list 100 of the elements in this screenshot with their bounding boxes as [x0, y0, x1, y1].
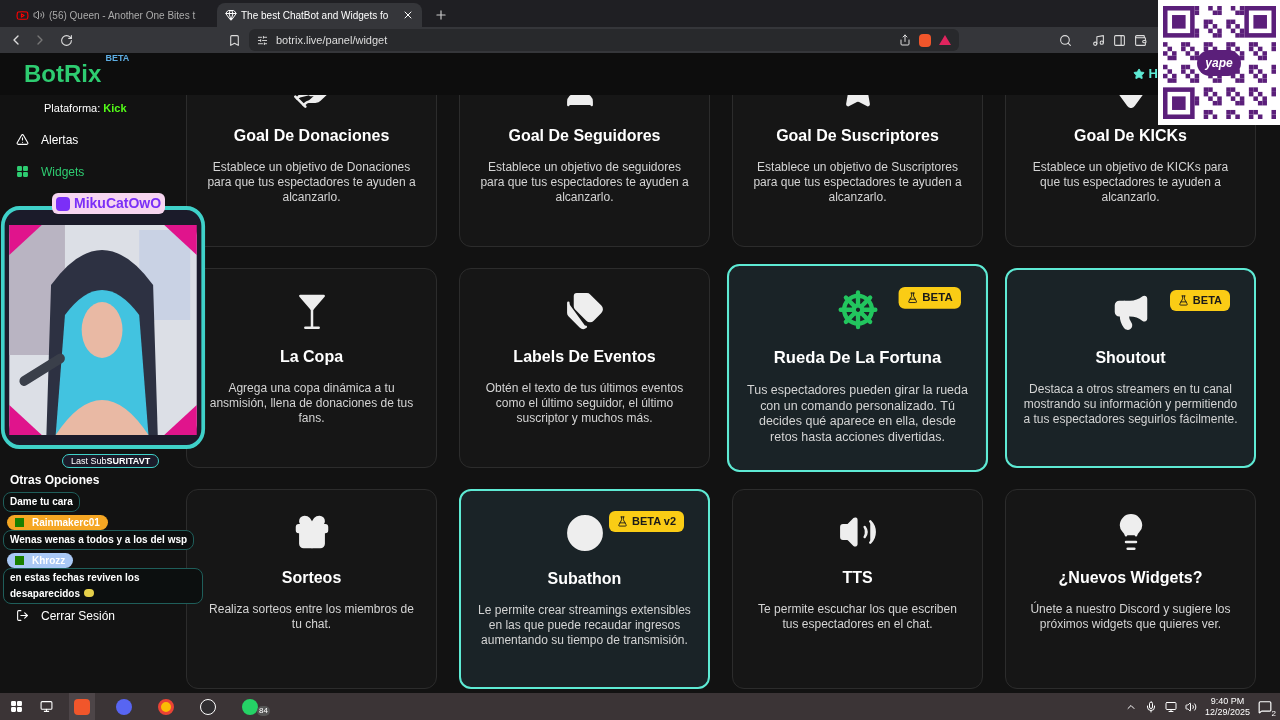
card-description: Te permite escuchar los que escriben tus espectadores en el chat. [757, 602, 958, 632]
microphone-icon[interactable] [1144, 700, 1157, 713]
flask-icon [617, 515, 628, 527]
card-title: Labels De Eventos [513, 347, 656, 367]
emote-icon [84, 589, 95, 597]
clock-time[interactable]: 9:40 PM [1210, 695, 1245, 707]
video-site-icon [16, 8, 29, 22]
task-view-icon[interactable] [40, 700, 53, 713]
search-tab-icon[interactable] [1059, 33, 1072, 47]
chat-message: Dame tu cara [3, 492, 80, 512]
sidebar-heading: Otras Opciones [9, 471, 101, 489]
wallet-icon[interactable] [1134, 33, 1147, 47]
kick-icon [15, 556, 24, 565]
card-title: Goal De Seguidores [508, 126, 661, 146]
discord-icon [116, 698, 132, 715]
flask-icon [1177, 294, 1189, 306]
share-icon[interactable] [899, 34, 911, 46]
brave-icon [74, 698, 90, 715]
flask-icon [906, 291, 919, 304]
widget-card[interactable]: Goal De Donaciones Establece un objetivo de Donaciones para que tus espectadores te ayuden a alcanzarlo. [186, 95, 437, 247]
music-icon[interactable] [1092, 33, 1105, 47]
card-description: Establece un objetivo de Suscriptores para que tus espectadores te ayuden a alcanzarlo. [752, 160, 963, 205]
twitch-icon [56, 196, 70, 211]
browser-tab[interactable]: (56) Queen - Another One Bites t [8, 3, 213, 27]
card-title: Shoutout [1095, 348, 1166, 368]
new-tab-icon[interactable] [434, 8, 448, 22]
widget-card[interactable]: ¿Nuevos Widgets? Únete a nuestro Discord y sugiere los próximos widgets que quieres ver. [1005, 489, 1256, 689]
last-sub-banner: Last SubSURITAVT [62, 454, 160, 468]
widget-card[interactable]: BETA v2 Subathon Le permite crear streamings extensibles en las que puede recaudar ingresos aumentando su tiempo de transmisión. [459, 489, 710, 689]
card-description: Destaca a otros streamers en tu canal mostrando su información y permitiendo a tus espectadores seguirlos fácilmente. [1023, 382, 1238, 427]
site-settings-icon[interactable] [257, 34, 268, 46]
grid-icon [16, 165, 29, 178]
notification-count: 84 [257, 706, 270, 716]
card-description: Tus espectadores pueden girar la rueda con un comando personalizado. Tú decides qué aparece en ella, desde retos hasta acciones divertidas. [746, 382, 969, 445]
card-description: Establece un objetivo de seguidores para que tus espectadores te ayuden a alcanzarlo. [479, 160, 690, 205]
logo[interactable]: BotRix [24, 60, 102, 87]
widget-card[interactable]: Goal De KICKs Establece un objetivo de KICKs para que tus espectadores te ayuden a alcanzarlo. [1005, 95, 1256, 247]
sidebar-item[interactable]: Cerrar Sesión [0, 606, 170, 625]
kick-icon [15, 518, 24, 527]
card-description: Establece un objetivo de KICKs para que tus espectadores te ayuden a alcanzarlo. [1031, 160, 1230, 205]
sidebar-toggle-icon[interactable] [1113, 33, 1126, 47]
site-icon [225, 9, 237, 21]
address-bar[interactable]: botrix.live/panel/widget [249, 29, 959, 51]
card-title: Goal De Donaciones [233, 126, 390, 146]
card-title: Rueda De La Fortuna [773, 347, 942, 368]
card-title: Sorteos [281, 568, 342, 588]
card-title: Goal De Suscriptores [776, 126, 939, 146]
card-description: Le permite crear streamings extensibles en las que puede recaudar ingresos aumentando su tiempo de transmisión. [477, 603, 692, 648]
card-description: Agrega una copa dinámica a tu ansmisión, llena de donaciones de tus fans. [208, 381, 415, 426]
close-tab-icon[interactable] [402, 9, 414, 21]
sidebar-item[interactable]: Widgets [0, 162, 170, 181]
widget-card[interactable]: Sorteos Realiza sorteos entre los miembros de tu chat. [186, 489, 437, 689]
header-link[interactable]: H [1148, 64, 1158, 84]
volume-icon[interactable] [1184, 700, 1197, 713]
notifications-icon[interactable] [1258, 699, 1272, 714]
platform-value: Kick [103, 102, 127, 114]
card-title: Goal De KICKs [1074, 126, 1187, 146]
card-title: La Copa [279, 347, 344, 367]
notification-count: 2 [1271, 708, 1276, 718]
whatsapp-icon [242, 698, 258, 715]
chat-username: Khrozz [7, 553, 74, 568]
windows-icon [9, 700, 23, 713]
card-description: Únete a nuestro Discord y sugiere los próximos widgets que quieres ver. [1029, 602, 1232, 632]
audio-icon [33, 9, 45, 21]
tab-title: (56) Queen - Another One Bites t [49, 8, 197, 23]
chat-message: en estas fechas reviven los desaparecidos [3, 568, 203, 604]
widget-card[interactable]: Goal De Seguidores Establece un objetivo de seguidores para que tus espectadores te ayuden a alcanzarlo. [459, 95, 710, 247]
widget-card[interactable]: TTS Te permite escuchar los que escriben tus espectadores en el chat. [732, 489, 983, 689]
logout-icon [16, 609, 29, 622]
beta-badge: BETA v2 [609, 511, 684, 532]
widget-card[interactable]: La Copa Agrega una copa dinámica a tu ansmisión, llena de donaciones de tus fans. [186, 268, 437, 468]
reload-icon[interactable] [60, 33, 73, 47]
channel-name-badge: MikuCatOwO [52, 193, 166, 214]
sidebar-item[interactable]: Alertas [0, 130, 170, 149]
widget-card[interactable]: BETA Rueda De La Fortuna Tus espectadores pueden girar la rueda con un comando personalizado. Tú decides qué aparece en ella, desde retos hasta acciones divertidas. [727, 264, 988, 472]
network-icon[interactable] [1164, 700, 1177, 713]
brave-shield-icon[interactable] [919, 33, 931, 47]
card-description: Establece un objetivo de Donaciones para que tus espectadores te ayuden a alcanzarlo. [206, 160, 417, 205]
widget-card[interactable]: BETA Shoutout Destaca a otros streamers en tu canal mostrando su información y permitiendo a tus espectadores seguirlos fácilmente. [1005, 268, 1256, 468]
beta-badge: BETA [898, 286, 961, 309]
clock-date[interactable]: 12/29/2025 [1204, 706, 1250, 718]
widget-card[interactable]: Goal De Suscriptores Establece un objetivo de Suscriptores para que tus espectadores te ayuden a alcanzarlo. [732, 95, 983, 247]
alert-icon [16, 133, 29, 146]
tags-icon [564, 291, 605, 331]
card-description: Obtén el texto de tus últimos eventos como el último seguidor, el último suscriptor y muchos más. [484, 381, 685, 426]
chrome-icon [158, 698, 174, 715]
chat-message: Wenas wenas a todos y a los del wsp [3, 530, 195, 550]
bookmark-icon[interactable] [228, 33, 241, 47]
card-description: Realiza sorteos entre los miembros de tu chat. [208, 602, 415, 632]
widget-card[interactable]: Labels De Eventos Obtén el texto de tus últimos eventos como el último seguidor, el último suscriptor y muchos más. [459, 268, 710, 468]
chat-username: Rainmakerc01 [7, 515, 108, 530]
browser-tab[interactable]: The best ChatBot and Widgets fo [217, 3, 422, 27]
beta-label: BETA [105, 52, 130, 65]
card-title: Subathon [547, 569, 622, 589]
wheel-icon [836, 288, 879, 331]
beta-badge: BETA [1169, 290, 1230, 311]
platform-label: Plataforma: [44, 102, 101, 114]
payment-logo: yape [1197, 49, 1241, 76]
card-title: TTS [842, 568, 873, 588]
obs-icon [200, 698, 216, 715]
